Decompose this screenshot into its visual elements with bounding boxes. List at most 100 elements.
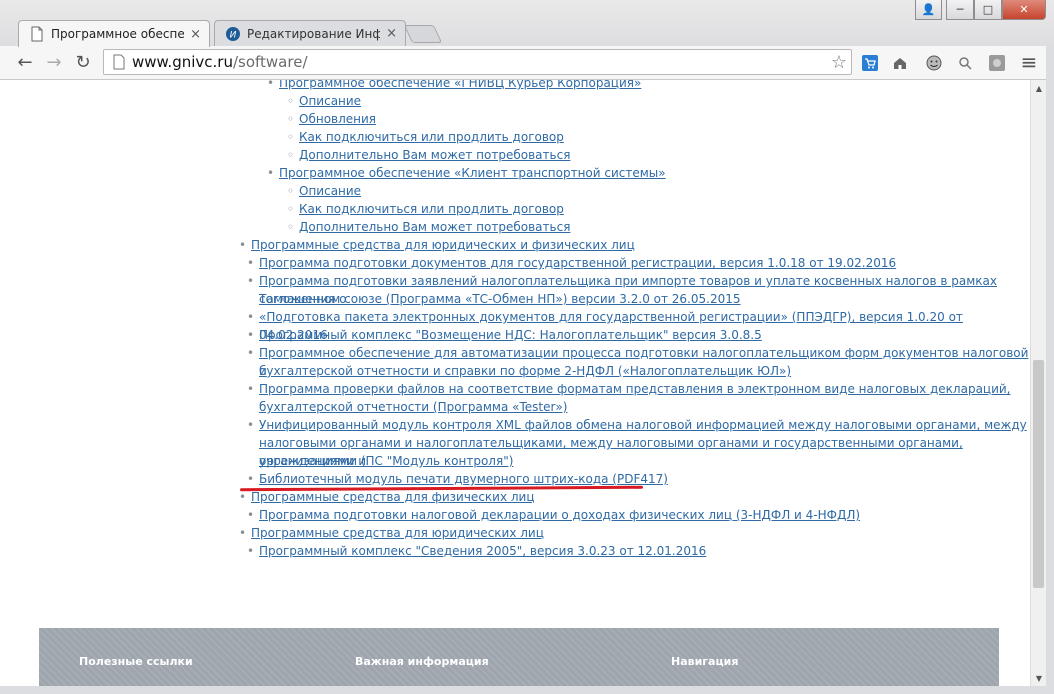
tab-label: Редактирование Инфо-Б <box>247 26 381 41</box>
list-item-link[interactable]: Обновления <box>299 112 376 126</box>
list-item[interactable]: • Унифицированный модуль контроля XML фай… <box>247 416 1027 434</box>
list-item[interactable]: • Программные средства для юридических ли… <box>239 524 544 542</box>
bullet-icon: • <box>247 346 255 360</box>
scrollbar-thumb[interactable] <box>1033 360 1044 588</box>
bullet-icon: • <box>247 418 255 432</box>
home-extension-icon[interactable] <box>890 53 910 73</box>
list-item-link[interactable]: Унифицированный модуль контроля XML файл… <box>259 418 1027 432</box>
bullet-icon: • <box>247 544 255 558</box>
list-item[interactable]: • Программный комплекс "Сведения 2005", в… <box>247 542 706 560</box>
bullet-icon: • <box>247 472 255 486</box>
list-item-link[interactable]: Программные средства для юридических лиц <box>251 526 544 540</box>
list-item[interactable]: • Программные средства для юридических и … <box>239 236 635 254</box>
list-item-link[interactable]: Программное обеспечение «Клиент транспор… <box>279 166 666 180</box>
list-item-link[interactable]: Описание <box>299 184 361 198</box>
bullet-icon: ◦ <box>287 94 295 108</box>
bullet-icon: ◦ <box>287 220 295 234</box>
list-item-link[interactable]: Описание <box>299 94 361 108</box>
bullet-icon: • <box>247 310 255 324</box>
list-item-link[interactable]: Как подключиться или продлить договор <box>299 130 564 144</box>
footer-useful-links[interactable]: Полезные ссылки <box>79 655 193 668</box>
tab-label: Программное обеспечен <box>51 27 185 41</box>
window-frame-right <box>1046 46 1054 694</box>
list-item[interactable]: ◦ Описание <box>287 92 361 110</box>
list-item-link[interactable]: Программные средства для юридических и ф… <box>251 238 635 252</box>
list-item[interactable]: организациями (ПС "Модуль контроля") <box>259 452 513 470</box>
bullet-icon: ◦ <box>287 112 295 126</box>
bullet-icon: ◦ <box>287 184 295 198</box>
list-item[interactable]: бухгалтерской отчетности (Программа «Tes… <box>259 398 567 416</box>
bullet-icon: • <box>247 256 255 270</box>
user-button[interactable]: 👤 <box>915 0 942 20</box>
list-item-link[interactable]: Программа подготовки налоговой деклараци… <box>259 508 860 522</box>
close-window-button[interactable]: ✕ <box>1002 0 1046 20</box>
bullet-icon: • <box>247 508 255 522</box>
browser-menu-button[interactable]: ≡ <box>1016 50 1042 74</box>
list-item[interactable]: ◦ Как подключиться или продлить договор <box>287 128 564 146</box>
footer-important-info[interactable]: Важная информация <box>355 655 489 668</box>
gray-extension-icon[interactable] <box>987 53 1007 73</box>
svg-text:И: И <box>230 30 237 40</box>
address-url: www.gnivc.ru/software/ <box>132 53 308 71</box>
bullet-icon: • <box>247 382 255 396</box>
list-item-link[interactable]: Дополнительно Вам может потребоваться <box>299 220 570 234</box>
list-item-link[interactable]: Программный комплекс "Сведения 2005", ве… <box>259 544 706 558</box>
list-item-link[interactable]: Программное обеспечение «ГНИВЦ Курьер Ко… <box>279 80 641 90</box>
page-footer: Полезные ссылки Важная информация Навига… <box>39 628 999 686</box>
list-item[interactable]: Таможенном союзе (Программа «ТС-Обмен НП… <box>259 290 741 308</box>
list-item-link[interactable]: Таможенном союзе (Программа «ТС-Обмен НП… <box>259 292 741 306</box>
bookmark-star-icon[interactable]: ☆ <box>831 52 847 73</box>
bullet-icon: • <box>239 526 247 540</box>
back-button[interactable]: ← <box>12 50 38 74</box>
maximize-button[interactable]: □ <box>974 0 1002 20</box>
tab-close-icon[interactable]: × <box>190 27 201 42</box>
list-item[interactable]: бухгалтерской отчетности и справки по фо… <box>259 362 791 380</box>
list-item-link[interactable]: Программный комплекс "Возмещение НДС: На… <box>259 328 762 342</box>
tab-software[interactable]: Программное обеспечен × <box>18 20 210 47</box>
scroll-up-arrow-icon[interactable]: ▲ <box>1031 80 1047 96</box>
forward-button[interactable]: → <box>41 50 67 74</box>
window-frame-bottom <box>0 686 1054 694</box>
list-item[interactable]: ◦ Как подключиться или продлить договор <box>287 200 564 218</box>
list-item[interactable]: • Программный комплекс "Возмещение НДС: Н… <box>247 326 762 344</box>
bullet-icon: • <box>267 80 275 90</box>
list-item-link[interactable]: Дополнительно Вам может потребоваться <box>299 148 570 162</box>
list-item[interactable]: • Программное обеспечение «ГНИВЦ Курьер К… <box>267 80 641 92</box>
tab-editing[interactable]: И Редактирование Инфо-Б × <box>214 20 406 46</box>
list-item-link[interactable]: Программа подготовки документов для госу… <box>259 256 896 270</box>
tab-close-icon[interactable]: × <box>386 26 397 41</box>
new-tab-button[interactable] <box>403 25 443 43</box>
bullet-icon: ◦ <box>287 148 295 162</box>
list-item[interactable]: • Программа подготовки документов для гос… <box>247 254 896 272</box>
search-extension-icon[interactable] <box>955 53 975 73</box>
reload-button[interactable]: ↻ <box>70 50 96 74</box>
smiley-extension-icon[interactable] <box>924 53 944 73</box>
scroll-down-arrow-icon[interactable]: ▼ <box>1031 670 1047 686</box>
list-item[interactable]: ◦ Дополнительно Вам может потребоваться <box>287 218 570 236</box>
address-bar[interactable]: www.gnivc.ru/software/ ☆ <box>103 49 852 75</box>
cart-extension-icon[interactable] <box>860 53 880 73</box>
bullet-icon: • <box>239 238 247 252</box>
list-item-link[interactable]: Программные средства для физических лиц <box>251 490 535 504</box>
minimize-button[interactable]: ─ <box>946 0 974 20</box>
list-item[interactable]: • Программа подготовки налоговой декларац… <box>247 506 860 524</box>
page-icon <box>113 54 125 70</box>
bullet-icon: • <box>247 274 255 288</box>
list-item[interactable]: ◦ Описание <box>287 182 361 200</box>
list-item-link[interactable]: организациями (ПС "Модуль контроля") <box>259 454 513 468</box>
document-icon <box>31 26 43 42</box>
list-item[interactable]: ◦ Дополнительно Вам может потребоваться <box>287 146 570 164</box>
list-item-link[interactable]: бухгалтерской отчетности (Программа «Tes… <box>259 400 567 414</box>
vertical-scrollbar[interactable]: ▲ ▼ <box>1030 80 1047 686</box>
title-bar: Программное обеспечен × И Редактирование… <box>0 0 1054 47</box>
list-item[interactable]: • Программное обеспечение «Клиент транспо… <box>267 164 666 182</box>
bullet-icon: ◦ <box>287 130 295 144</box>
bullet-icon: ◦ <box>287 202 295 216</box>
list-item-link[interactable]: Как подключиться или продлить договор <box>299 202 564 216</box>
list-item[interactable]: • Программа проверки файлов на соответств… <box>247 380 1011 398</box>
list-item-link[interactable]: Библиотечный модуль печати двумерного шт… <box>259 472 668 486</box>
list-item[interactable]: ◦ Обновления <box>287 110 376 128</box>
footer-navigation[interactable]: Навигация <box>671 655 738 668</box>
list-item-link[interactable]: бухгалтерской отчетности и справки по фо… <box>259 364 791 378</box>
list-item-link[interactable]: Программа проверки файлов на соответстви… <box>259 382 1011 396</box>
